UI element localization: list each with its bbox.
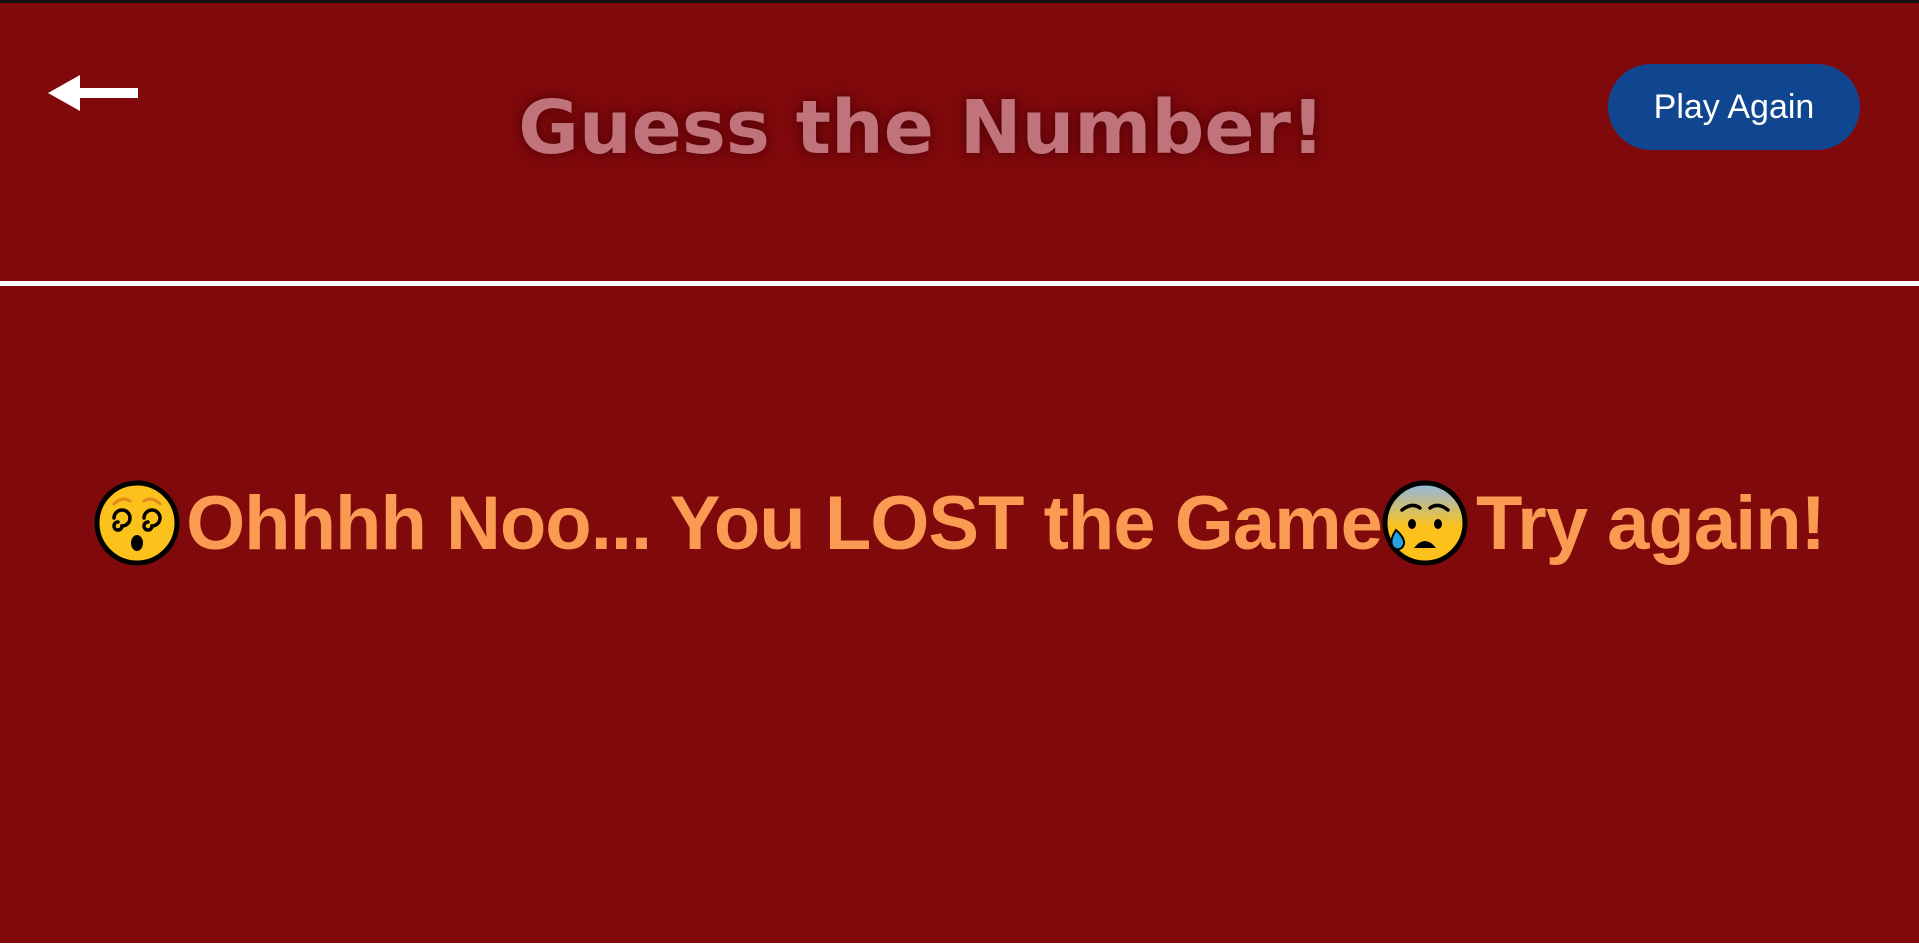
page-title: Guess the Number!	[518, 85, 1325, 171]
anxious-face-with-sweat-icon	[1382, 480, 1468, 566]
result-message: Ohhhh Noo... You LOST the Game Try again…	[0, 473, 1919, 573]
header: Guess the Number! Play Again	[0, 3, 1919, 283]
game-panel: Guess the Number! Play Again Ohhhh Noo..…	[0, 3, 1919, 943]
play-again-button[interactable]: Play Again	[1608, 64, 1860, 150]
try-again-text: Try again!	[1475, 480, 1826, 566]
divider	[0, 281, 1919, 286]
dizzy-face-icon	[94, 480, 180, 566]
game-screen: Guess the Number! Play Again Ohhhh Noo..…	[0, 0, 1919, 946]
result-text: Ohhhh Noo... You LOST the Game	[186, 480, 1383, 566]
